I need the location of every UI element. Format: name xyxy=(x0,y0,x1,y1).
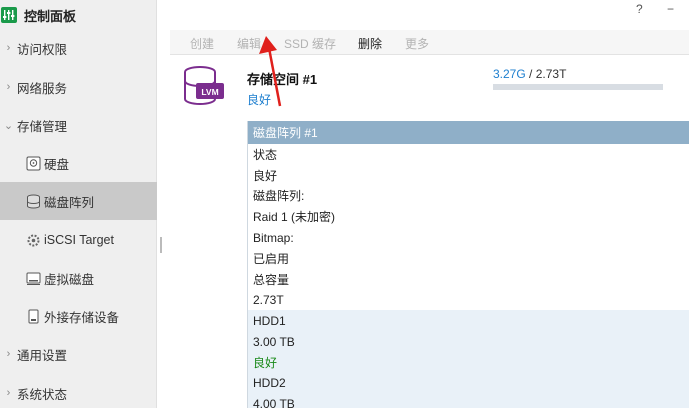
disk-status: 良好 xyxy=(253,355,278,370)
chevron-right-icon: › xyxy=(6,348,11,360)
detail-row: 状态 xyxy=(253,147,278,162)
storage-usage-text: 3.27G / 2.73T xyxy=(493,67,566,81)
help-button[interactable]: ? xyxy=(636,2,643,16)
detail-row: 磁盘阵列: xyxy=(253,189,305,204)
chevron-down-icon: ⌄ xyxy=(3,119,14,132)
annotation-arrow-icon xyxy=(259,36,282,107)
sidebar-item-label: 虚拟磁盘 xyxy=(44,272,95,287)
disk-list: HDD1 3.00 TB 良好 HDD2 4.00 TB xyxy=(248,310,689,408)
disk-size: 3.00 TB xyxy=(253,334,295,349)
raid-icon xyxy=(25,193,41,209)
detail-row: Bitmap: xyxy=(253,230,294,245)
storage-usage-bar xyxy=(493,84,663,90)
sidebar-resize-handle[interactable] xyxy=(160,237,162,253)
disk-size: 4.00 TB xyxy=(253,396,295,408)
chevron-right-icon: › xyxy=(6,387,11,399)
chevron-right-icon: › xyxy=(6,81,11,93)
detail-row: 已启用 xyxy=(253,251,290,266)
disk-name: HDD1 xyxy=(253,313,286,328)
sidebar-item-label: 访问权限 xyxy=(17,42,68,57)
sidebar-item-network[interactable]: › 网络服务 xyxy=(0,68,157,106)
sidebar-subitem-virtual-disk[interactable]: 虚拟磁盘 xyxy=(0,259,157,297)
sidebar-item-label: 硬盘 xyxy=(44,157,70,172)
raid-array-details: 状态 良好 磁盘阵列: Raid 1 (未加密) Bitmap: 已启用 总容量… xyxy=(248,144,689,311)
sidebar-item-label: 外接存储设备 xyxy=(44,310,120,325)
sidebar-subitem-disks[interactable]: 硬盘 xyxy=(0,144,157,182)
iscsi-icon xyxy=(25,232,41,248)
sidebar-subitem-external-storage[interactable]: 外接存储设备 xyxy=(0,297,157,335)
raid-array-panel: 磁盘阵列 #1 状态 良好 磁盘阵列: Raid 1 (未加密) Bitmap:… xyxy=(247,121,689,408)
sidebar-item-label: iSCSI Target xyxy=(44,233,114,247)
lvm-storage-icon: LVM xyxy=(182,66,226,108)
virtual-disk-icon xyxy=(25,270,41,286)
app-title-bar: 控制面板 xyxy=(0,0,157,30)
sidebar-subitem-raid[interactable]: 磁盘阵列 xyxy=(0,182,157,220)
sidebar-item-access[interactable]: › 访问权限 xyxy=(0,29,157,67)
detail-row: Raid 1 (未加密) xyxy=(253,210,336,225)
external-storage-icon xyxy=(25,308,41,324)
sidebar-item-label: 磁盘阵列 xyxy=(44,195,95,210)
raid-array-header[interactable]: 磁盘阵列 #1 xyxy=(248,121,689,144)
minimize-button[interactable]: − xyxy=(667,2,674,16)
detail-row: 总容量 xyxy=(253,272,290,287)
lvm-label: LVM xyxy=(201,87,218,97)
sidebar-item-label: 存储管理 xyxy=(17,119,68,134)
used-capacity: 3.27G xyxy=(493,67,526,81)
sidebar-item-storage[interactable]: ⌄ 存储管理 xyxy=(0,106,157,144)
sidebar-item-label: 系统状态 xyxy=(17,387,68,402)
create-button[interactable]: 创建 xyxy=(190,35,214,52)
sidebar-item-label: 网络服务 xyxy=(17,81,68,96)
disk-name: HDD2 xyxy=(253,376,286,391)
toolbar: 创建 编辑 SSD 缓存 删除 更多 xyxy=(170,30,689,55)
disk-icon xyxy=(25,155,41,171)
total-capacity: 2.73T xyxy=(535,67,567,81)
detail-row: 良好 xyxy=(253,168,278,183)
chevron-right-icon: › xyxy=(6,42,11,54)
sidebar-item-label: 通用设置 xyxy=(17,348,68,363)
sidebar-item-general[interactable]: › 通用设置 xyxy=(0,335,157,373)
sidebar-item-system-status[interactable]: › 系统状态 xyxy=(0,374,157,408)
app-title: 控制面板 xyxy=(24,8,77,24)
more-button[interactable]: 更多 xyxy=(405,35,429,52)
detail-row: 2.73T xyxy=(253,292,284,307)
sidebar: 控制面板 › 访问权限 › 网络服务 ⌄ 存储管理 硬盘 磁盘阵列 iSCSI … xyxy=(0,0,157,408)
capacity-separator: / xyxy=(525,67,536,81)
delete-button[interactable]: 删除 xyxy=(358,35,382,52)
control-panel-logo-icon xyxy=(0,6,18,24)
sidebar-subitem-iscsi[interactable]: iSCSI Target xyxy=(0,221,157,259)
